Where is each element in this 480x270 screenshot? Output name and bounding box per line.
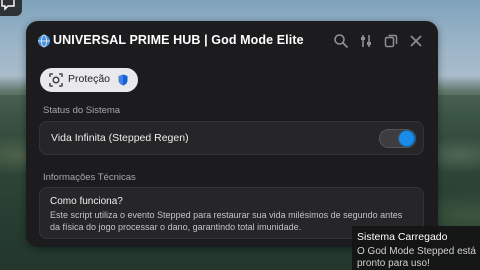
- window-title: UNIVERSAL PRIME HUB | God Mode Elite: [53, 33, 304, 47]
- globe-icon: [38, 34, 50, 48]
- info-section-label: Informações Técnicas: [43, 172, 136, 183]
- infinite-health-toggle[interactable]: [379, 129, 416, 148]
- search-icon: [334, 34, 349, 49]
- search-button[interactable]: [332, 32, 350, 50]
- chat-button[interactable]: [0, 0, 22, 16]
- tab-protecao[interactable]: Proteção: [40, 68, 138, 92]
- sliders-icon: [361, 35, 371, 47]
- copy-icon: [384, 34, 398, 48]
- close-icon: [410, 35, 422, 47]
- toggle-knob: [399, 131, 414, 146]
- infinite-health-label: Vida Infinita (Stepped Regen): [51, 132, 189, 144]
- hub-window: UNIVERSAL PRIME HUB | God Mode Elite Pro…: [26, 21, 438, 247]
- tab-label: Proteção: [68, 73, 111, 85]
- chat-icon: [1, 0, 15, 11]
- info-heading: Como funciona?: [50, 196, 123, 207]
- notification-title: Sistema Carregado: [357, 231, 448, 243]
- shield-icon: [118, 74, 128, 86]
- status-section-label: Status do Sistema: [43, 105, 121, 116]
- minimize-button[interactable]: [382, 32, 400, 50]
- settings-button[interactable]: [357, 32, 375, 50]
- close-button[interactable]: [407, 32, 425, 50]
- infinite-health-row: Vida Infinita (Stepped Regen): [39, 121, 424, 155]
- target-icon: [49, 73, 63, 87]
- notification-message: O God Mode Stepped está pronto para uso!: [357, 246, 476, 269]
- notification-toast[interactable]: Sistema Carregado O God Mode Stepped est…: [352, 226, 480, 270]
- title-bar[interactable]: UNIVERSAL PRIME HUB | God Mode Elite: [26, 21, 438, 61]
